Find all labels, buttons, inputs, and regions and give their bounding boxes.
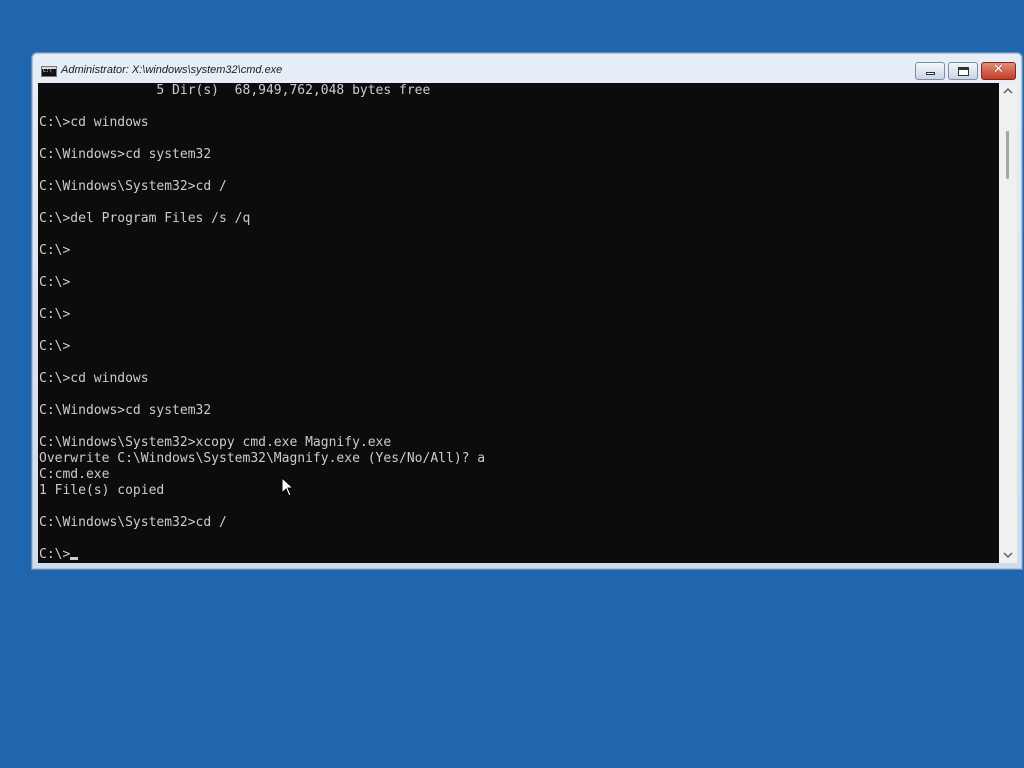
window-title: Administrator: X:\windows\system32\cmd.e… (61, 64, 283, 76)
console-line: C:\>cd windows (39, 115, 149, 130)
console-line: C:\Windows>cd system32 (39, 403, 212, 418)
text-caret (70, 557, 79, 560)
console-line: C:\>del Program Files /s /q (39, 211, 251, 226)
console-lines: 5 Dir(s) 68,949,762,048 bytes free C:\>cd… (39, 83, 485, 563)
console-line: C:\Windows\System32>cd / (39, 179, 227, 194)
vertical-scrollbar[interactable] (999, 83, 1017, 563)
console-line: C:\Windows\System32>xcopy cmd.exe Magnif… (39, 435, 392, 450)
minimize-button[interactable] (915, 62, 945, 80)
minimize-icon (926, 72, 935, 75)
console-line: C:cmd.exe (39, 467, 110, 482)
console-prompt: C:\> (39, 547, 71, 562)
console-output[interactable]: 5 Dir(s) 68,949,762,048 bytes free C:\>cd… (38, 83, 999, 563)
console-line: 5 Dir(s) 68,949,762,048 bytes free (39, 83, 431, 98)
scroll-down-arrow-icon[interactable] (999, 546, 1017, 563)
console-line: C:\> (39, 275, 71, 290)
console-line: Overwrite C:\Windows\System32\Magnify.ex… (39, 451, 486, 466)
cmd-icon (41, 66, 57, 77)
console-prompt-line: C:\> (39, 547, 485, 563)
console-line: C:\> (39, 243, 71, 258)
console-line: C:\Windows\System32>cd / (39, 515, 227, 530)
maximize-icon (958, 67, 969, 76)
close-icon: ✕ (993, 62, 1004, 77)
console-line: C:\>cd windows (39, 371, 149, 386)
title-bar[interactable]: Administrator: X:\windows\system32\cmd.e… (32, 53, 1022, 84)
scroll-thumb[interactable] (1006, 131, 1009, 179)
close-button[interactable]: ✕ (981, 62, 1016, 80)
console-line: 1 File(s) copied (39, 483, 165, 498)
maximize-button[interactable] (948, 62, 978, 80)
console-line: C:\Windows>cd system32 (39, 147, 212, 162)
console-line: C:\> (39, 307, 71, 322)
scroll-up-arrow-icon[interactable] (999, 83, 1017, 100)
console-line: C:\> (39, 339, 71, 354)
mouse-pointer-icon (281, 477, 295, 497)
